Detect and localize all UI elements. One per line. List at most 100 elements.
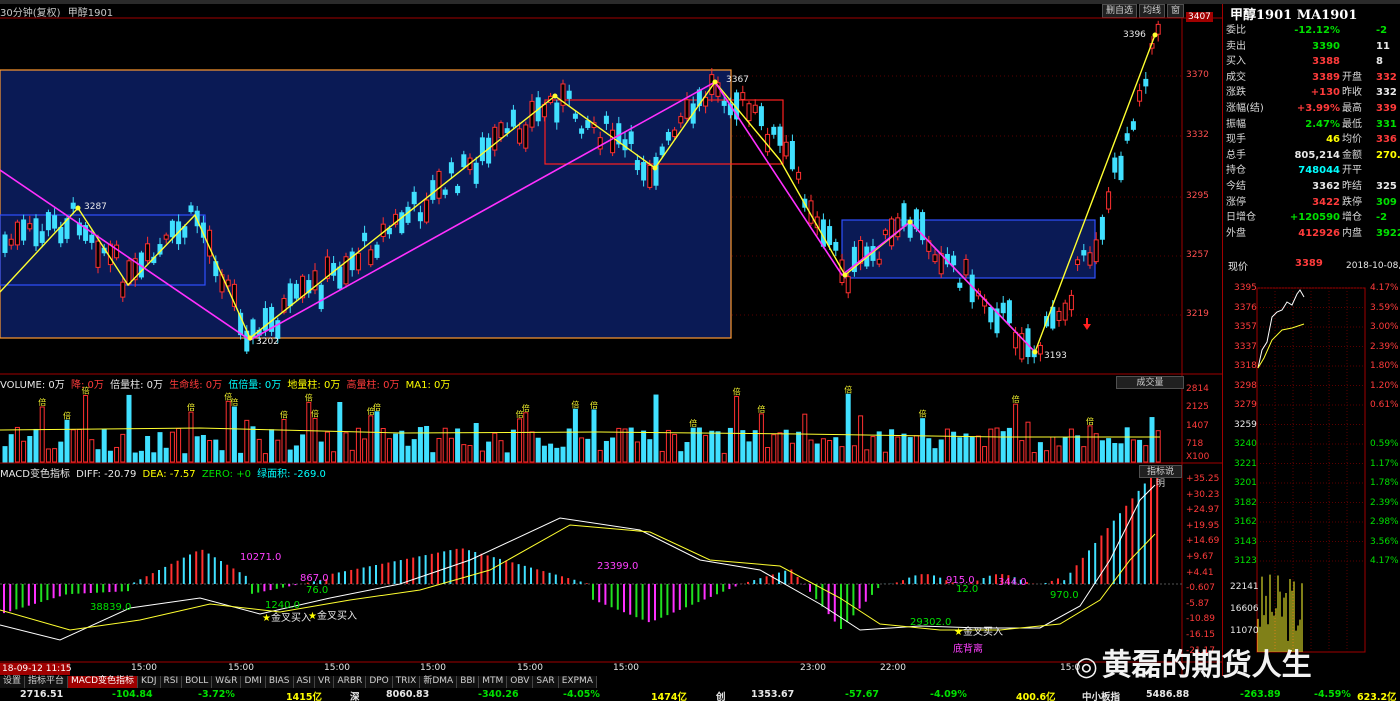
volume-bar [455,428,461,463]
volume-bar [262,453,268,463]
candle [517,128,523,144]
pivot-point [652,165,658,171]
candle [628,131,634,145]
volume-bar [932,448,938,463]
mini-price-label: 3201 [1234,478,1257,488]
volume-bar [548,443,554,463]
quote-row: 涨跌 +130 昨收 332 [1226,85,1400,100]
volume-bar [808,439,814,463]
volume-bar [907,437,913,463]
candle [579,128,585,134]
quote-v2: 8 [1376,56,1383,68]
volume-axis-label: X100 [1186,452,1210,462]
quote-v1: 805,214 [1294,149,1340,161]
quote-k2: 开平 [1342,165,1362,177]
volume-bar [504,452,510,463]
tab-indicator[interactable]: 新DMA [420,676,458,688]
tab-indicator[interactable]: VR [315,676,335,688]
arrow-up-icon [1083,318,1091,330]
volume-bar [442,427,448,463]
candle [783,141,789,157]
macd-axis-label: +19.95 [1186,520,1220,531]
tab-indicator[interactable]: 指标平台 [25,676,69,688]
mini-price-label: 3318 [1234,361,1257,371]
volume-bar [920,418,926,463]
candle [523,124,529,149]
price-axis-label: 3332 [1186,130,1209,140]
volume-axis-label: 2814 [1186,384,1209,394]
candle [752,104,758,113]
quote-v1: 3362 [1312,181,1340,192]
mini-pct-label: 2.39% [1370,497,1399,508]
macd-legend-zero: ZERO: +0 [201,469,251,480]
price-axis-label: 3257 [1186,250,1209,260]
volume-bar [969,436,975,463]
tab-indicator[interactable]: DPO [366,676,393,688]
volume-bar [758,413,764,463]
time-axis-label: 15:00 [613,663,639,673]
volume-bar [2,446,8,463]
tab-indicator[interactable]: ASI [293,676,316,688]
quote-k2: 跌停 [1342,196,1362,208]
volume-bar [1143,445,1149,463]
tab-indicator[interactable]: EXPMA [558,676,597,688]
volume-bar [492,432,498,463]
time-axis-label: 15:00 [517,663,543,673]
tab-indicator[interactable]: 设置 [0,676,26,688]
tab-indicator[interactable]: TRIX [392,676,421,688]
candle [27,223,33,230]
tab-indicator[interactable]: ARBR [334,676,367,688]
volume-bar [39,406,45,463]
tab-indicator[interactable]: OBV [507,676,534,688]
candle [653,156,659,186]
tab-indicator[interactable]: RSI [160,676,183,688]
tab-indicator[interactable]: BBI [457,676,480,688]
quote-v1: 3390 [1312,40,1340,52]
mini-pct-label: 2.98% [1370,517,1399,527]
tab-indicator[interactable]: DMI [241,676,266,688]
volume-mark: 倍 [1086,416,1094,426]
time-axis-start: 18-09-12 11:15 [0,663,72,675]
watermark: ◎ 黄磊的期货人生 [1075,648,1312,683]
quote-row: 卖出 3390 11 [1226,39,1400,54]
tab-indicator[interactable]: BIAS [265,676,294,688]
tab-indicator[interactable]: W&R [212,676,242,688]
volume-axis-label: 2125 [1186,402,1209,412]
volume-bar [647,439,653,463]
volume-bar [597,449,603,463]
candle [1112,157,1118,173]
quote-v2: 339 [1376,103,1397,114]
mini-price-label: 3259 [1234,419,1257,430]
volume-bar [839,446,845,463]
volume-mark: 倍 [187,402,195,412]
volume-bar [864,449,870,463]
time-axis-label: 15:00 [324,663,350,673]
status-value: 中小板指 [1082,692,1121,701]
status-value: 623.2亿 [1357,692,1397,701]
quote-row: 涨幅(结) +3.99% 最高 339 [1226,101,1400,116]
candle [876,258,882,265]
macd-annotation: 344.0 [998,577,1027,588]
candle [796,171,802,180]
macd-axis-label: +4.41 [1186,567,1214,578]
volume-bar [120,433,126,463]
candle [777,126,783,146]
volume-bar [938,439,944,463]
mini-pct-label: 3.56% [1370,536,1399,547]
tab-indicator[interactable]: BOLL [182,676,213,688]
tab-indicator[interactable]: KDJ [138,676,161,688]
volume-indicator-button[interactable]: 成交量 [1116,376,1184,389]
volume-bar [52,448,58,463]
volume-bar [1099,440,1105,463]
candle [405,206,411,223]
candle [436,170,442,199]
tab-indicator[interactable]: SAR [533,676,559,688]
mini-pct-label: 2.39% [1370,341,1399,352]
volume-bar [1000,431,1006,463]
indicator-help-button[interactable]: 指标说明 [1139,465,1182,489]
volume-bar [603,440,609,463]
time-axis-label: 23:00 [800,663,826,673]
quote-row: 涨停 3422 跌停 309 [1226,195,1400,210]
tab-indicator[interactable]: MTM [479,676,508,688]
tab-indicator[interactable]: MACD变色指标 [68,676,139,688]
